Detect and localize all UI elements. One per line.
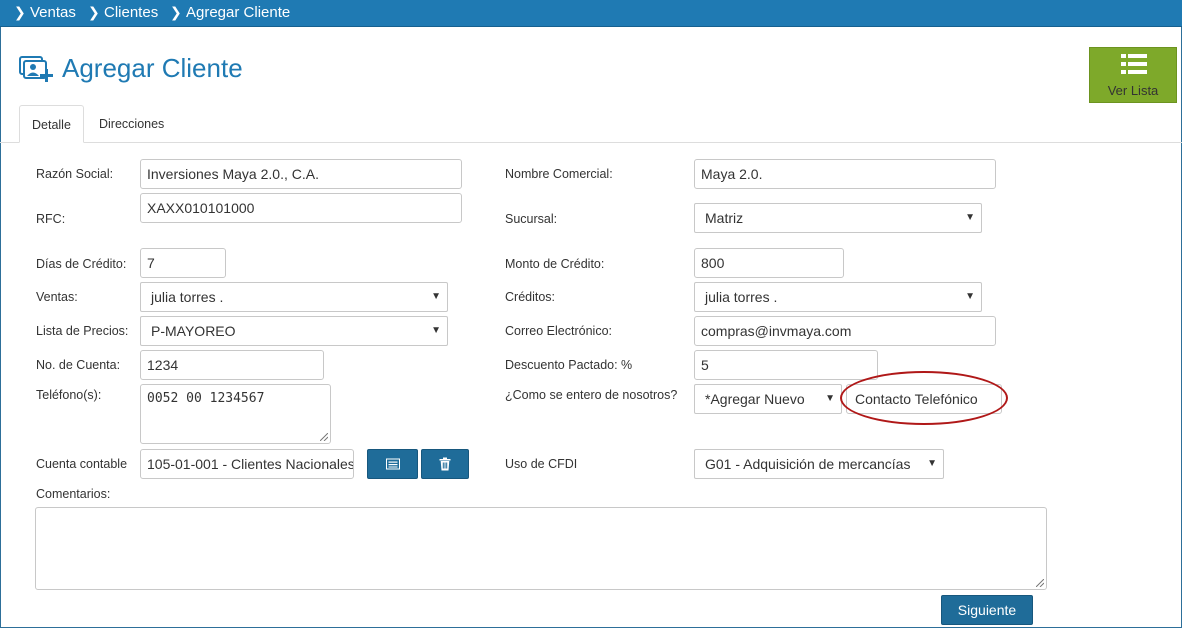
nombre-comercial-input[interactable]: Maya 2.0.	[694, 159, 996, 189]
breadcrumb-item-clientes[interactable]: ❯ Clientes	[88, 4, 158, 21]
razon-social-input[interactable]: Inversiones Maya 2.0., C.A.	[140, 159, 462, 189]
ventas-select[interactable]: julia torres . ▼	[140, 282, 448, 312]
trash-icon	[439, 457, 451, 471]
dropdown-arrow-icon: ▼	[431, 291, 441, 302]
resize-grip-icon[interactable]	[320, 433, 328, 441]
page-title: Agregar Cliente	[62, 53, 243, 83]
no-cuenta-input[interactable]: 1234	[140, 350, 324, 380]
monto-credito-input[interactable]: 800	[694, 248, 844, 278]
cuenta-contable-input[interactable]: 105-01-001 - Clientes Nacionales	[140, 449, 354, 479]
dias-credito-input[interactable]: 7	[140, 248, 226, 278]
ver-lista-label: Ver Lista	[1107, 83, 1159, 98]
monto-credito-label: Monto de Crédito:	[505, 257, 605, 271]
cuenta-contable-label: Cuenta contable	[36, 457, 128, 471]
no-cuenta-label: No. de Cuenta:	[36, 358, 121, 372]
nuevo-origen-input[interactable]: Contacto Telefónico	[846, 384, 1002, 414]
tab-detalle[interactable]: Detalle	[19, 105, 84, 143]
comentarios-textarea[interactable]	[35, 507, 1047, 590]
sucursal-label: Sucursal:	[505, 212, 558, 226]
creditos-select[interactable]: julia torres . ▼	[694, 282, 982, 312]
correo-input[interactable]: compras@invmaya.com	[694, 316, 996, 346]
list-card-icon	[385, 458, 400, 470]
breadcrumb-item-ventas[interactable]: ❯ Ventas	[14, 4, 76, 21]
dropdown-arrow-icon: ▼	[825, 393, 835, 404]
dropdown-arrow-icon: ▼	[965, 291, 975, 302]
como-se-entero-select[interactable]: *Agregar Nuevo ▼	[694, 384, 842, 414]
sucursal-select[interactable]: Matriz ▼	[694, 203, 982, 233]
uso-cfdi-label: Uso de CFDI	[505, 457, 578, 471]
breadcrumb-item-agregar-cliente: ❯ Agregar Cliente	[170, 4, 291, 21]
chevron-right-icon: ❯	[170, 4, 182, 20]
list-icon	[1121, 54, 1147, 74]
razon-social-label: Razón Social:	[36, 167, 114, 181]
delete-account-button[interactable]	[421, 449, 469, 479]
dias-credito-label: Días de Crédito:	[36, 257, 127, 271]
telefono-textarea[interactable]: 0052 00 1234567	[140, 384, 331, 444]
comentarios-label: Comentarios:	[36, 487, 111, 501]
lista-precios-label: Lista de Precios:	[36, 324, 129, 338]
telefono-label: Teléfono(s):	[36, 388, 102, 402]
resize-grip-icon[interactable]	[1036, 579, 1044, 587]
dropdown-arrow-icon: ▼	[927, 458, 937, 469]
rfc-input[interactable]: XAXX010101000	[140, 193, 462, 223]
como-se-entero-label: ¿Como se entero de nosotros?	[505, 388, 678, 402]
chevron-right-icon: ❯	[14, 4, 26, 20]
tab-direcciones[interactable]: Direcciones	[87, 105, 176, 143]
chevron-right-icon: ❯	[88, 4, 100, 20]
tabs-divider	[0, 142, 1182, 143]
correo-label: Correo Electrónico:	[505, 324, 612, 338]
descuento-input[interactable]: 5	[694, 350, 878, 380]
breadcrumb: ❯ Ventas ❯ Clientes ❯ Agregar Cliente	[0, 0, 1182, 27]
lista-precios-select[interactable]: P-MAYOREO ▼	[140, 316, 448, 346]
uso-cfdi-select[interactable]: G01 - Adquisición de mercancías ▼	[694, 449, 944, 479]
select-account-button[interactable]	[367, 449, 418, 479]
rfc-label: RFC:	[36, 212, 66, 226]
dropdown-arrow-icon: ▼	[965, 212, 975, 223]
creditos-label: Créditos:	[505, 290, 556, 304]
dropdown-arrow-icon: ▼	[431, 325, 441, 336]
ver-lista-button[interactable]: Ver Lista	[1089, 47, 1177, 103]
add-client-icon	[19, 56, 53, 82]
ventas-label: Ventas:	[36, 290, 78, 304]
descuento-label: Descuento Pactado: %	[505, 358, 633, 372]
nombre-comercial-label: Nombre Comercial:	[505, 167, 613, 181]
siguiente-button[interactable]: Siguiente	[941, 595, 1033, 625]
